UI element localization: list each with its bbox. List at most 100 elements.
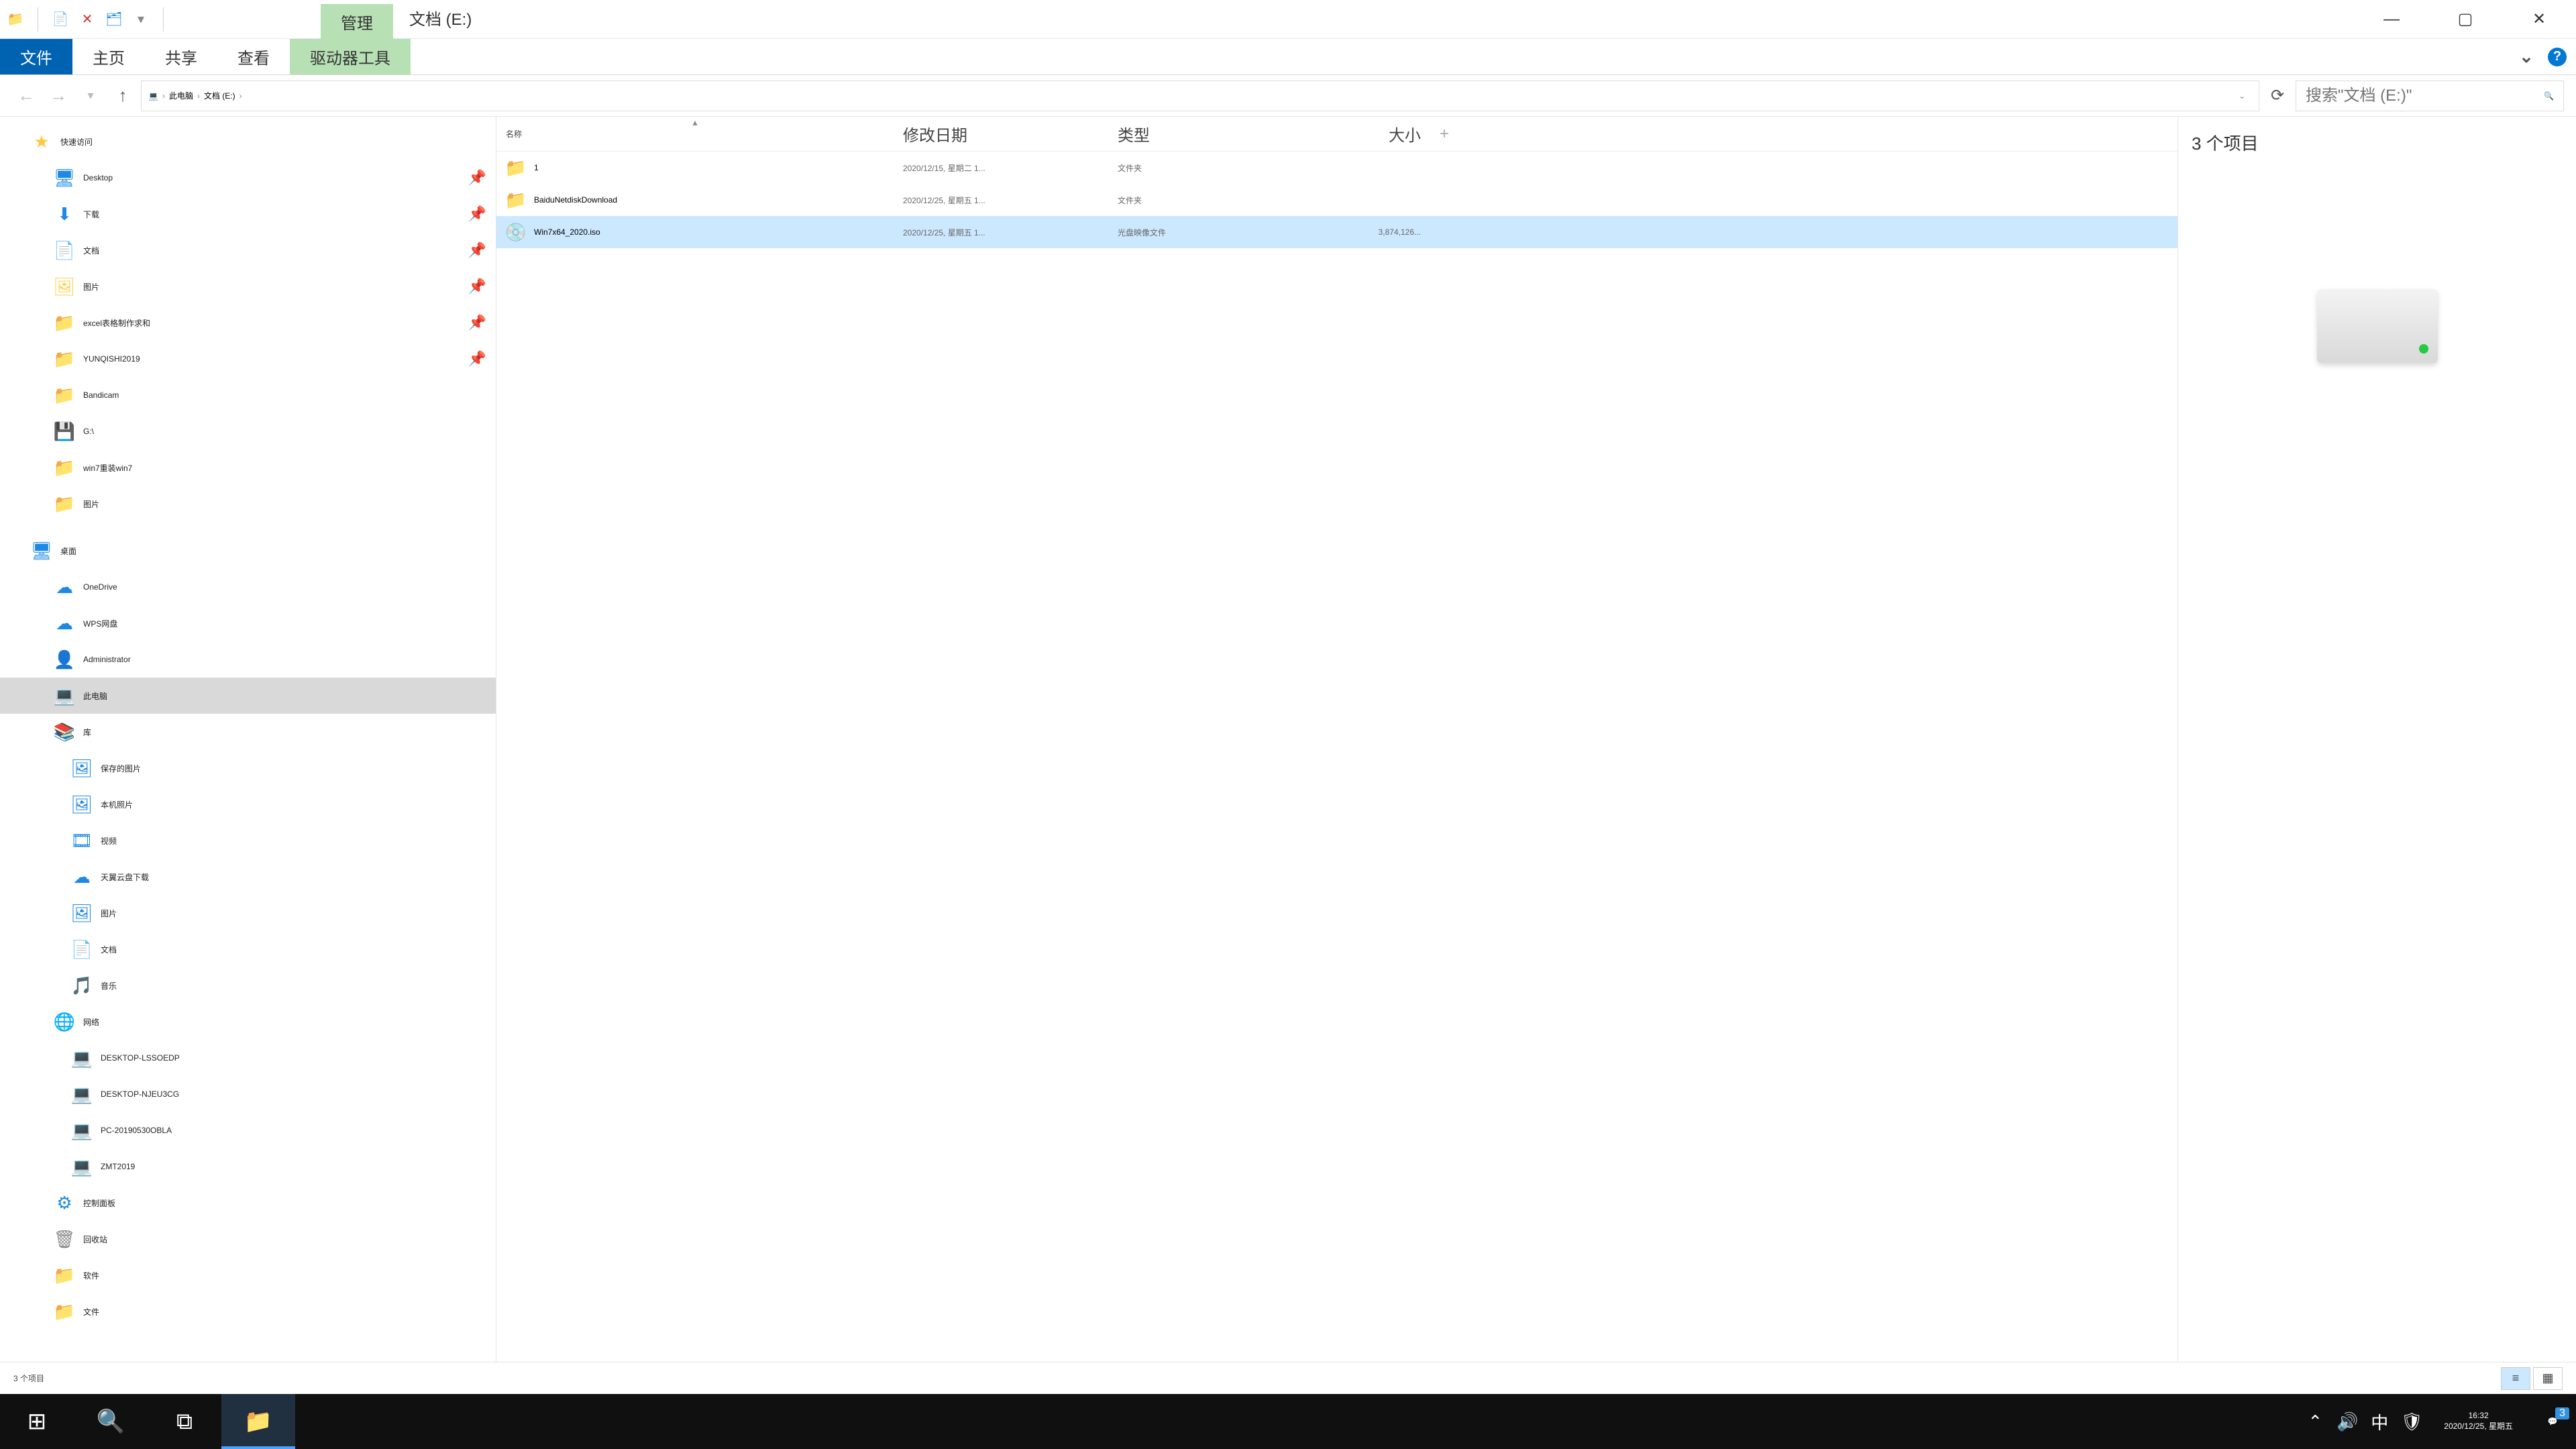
nav-item[interactable]: 🖼图片📌 (0, 268, 496, 305)
new-folder-icon[interactable]: 🗂 (105, 11, 123, 28)
search-icon[interactable]: 🔍 (2544, 91, 2554, 101)
nav-item[interactable]: 📁YUNQISHI2019📌 (0, 341, 496, 377)
nav-item-label: 软件 (83, 1270, 99, 1281)
nav-item[interactable]: ☁OneDrive (0, 569, 496, 605)
nav-item-icon: 💻 (52, 684, 76, 708)
close-button[interactable]: ✕ (2502, 0, 2576, 38)
breadcrumb-seg-thispc[interactable]: 此电脑 (169, 90, 193, 101)
column-type[interactable]: 类型 (1108, 117, 1289, 151)
chevron-right-icon[interactable]: › (162, 91, 165, 101)
chevron-right-icon[interactable]: › (197, 91, 200, 101)
nav-item[interactable]: ⬇下载📌 (0, 196, 496, 232)
notification-badge: 3 (2555, 1407, 2569, 1419)
nav-item[interactable]: 📁软件 (0, 1257, 496, 1293)
volume-icon[interactable]: 🔊 (2331, 1411, 2363, 1432)
breadcrumb-dropdown-icon[interactable]: ⌄ (2232, 91, 2252, 101)
file-row[interactable]: 💿Win7x64_2020.iso2020/12/25, 星期五 1...光盘映… (496, 216, 2178, 248)
nav-item[interactable]: 👤Administrator (0, 641, 496, 678)
task-view-button[interactable]: ⧉ (148, 1394, 221, 1449)
nav-item[interactable]: 📁图片 (0, 486, 496, 522)
breadcrumb-root-icon[interactable]: 💻 (148, 91, 158, 101)
breadcrumb[interactable]: 💻 › 此电脑 › 文档 (E:) › ⌄ (141, 80, 2259, 111)
column-size[interactable]: 大小 (1289, 117, 1430, 151)
nav-item[interactable]: 💻PC-20190530OBLA (0, 1112, 496, 1148)
ime-indicator[interactable]: 中 (2363, 1409, 2396, 1434)
breadcrumb-seg-drive[interactable]: 文档 (E:) (204, 90, 235, 101)
column-name[interactable]: ▴ 名称 (496, 117, 894, 151)
nav-item[interactable]: 🖼图片 (0, 895, 496, 931)
nav-item[interactable]: 💻DESKTOP-LSSOEDP (0, 1040, 496, 1076)
taskbar-explorer[interactable]: 📁 (221, 1394, 295, 1449)
nav-item[interactable]: 💾G:\ (0, 413, 496, 449)
file-row[interactable]: 📁BaiduNetdiskDownload2020/12/25, 星期五 1..… (496, 184, 2178, 216)
nav-back-button[interactable]: ← (12, 82, 40, 110)
nav-up-button[interactable]: ↑ (109, 82, 137, 110)
minimize-button[interactable]: — (2355, 0, 2428, 38)
nav-item[interactable]: 🎞视频 (0, 822, 496, 859)
folder-icon: 📁 (52, 1299, 76, 1324)
search-button[interactable]: 🔍 (74, 1394, 148, 1449)
icons-view-button[interactable]: ▦ (2533, 1367, 2563, 1390)
nav-item[interactable]: 📄文档📌 (0, 232, 496, 268)
ribbon-right: ⌄ ? (2517, 39, 2576, 74)
nav-item[interactable]: 💻DESKTOP-NJEU3CG (0, 1076, 496, 1112)
ribbon-tab-drive-tools[interactable]: 驱动器工具 (290, 39, 411, 74)
nav-item[interactable]: 📁excel表格制作求和📌 (0, 305, 496, 341)
file-date: 2020/12/25, 星期五 1... (894, 216, 1108, 248)
nav-recent-dropdown[interactable]: ▾ (76, 82, 105, 110)
clock[interactable]: 16:32 2020/12/25, 星期五 (2428, 1411, 2529, 1432)
nav-item[interactable]: 🖼本机照片 (0, 786, 496, 822)
nav-item-icon: 🖼 (70, 792, 94, 816)
nav-item[interactable]: 💻此电脑 (0, 678, 496, 714)
nav-item-icon: 📄 (52, 238, 76, 262)
nav-item[interactable]: 🗑回收站 (0, 1221, 496, 1257)
action-center-button[interactable]: 💬 3 (2529, 1417, 2576, 1426)
file-row[interactable]: 📁12020/12/15, 星期二 1...文件夹 (496, 152, 2178, 184)
file-date: 2020/12/15, 星期二 1... (894, 152, 1108, 184)
nav-item[interactable]: ☁WPS网盘 (0, 605, 496, 641)
ribbon-tab-share[interactable]: 共享 (145, 39, 217, 74)
maximize-button[interactable]: ▢ (2428, 0, 2502, 38)
nav-item-icon: 💾 (52, 419, 76, 443)
nav-item[interactable]: ☁天翼云盘下载 (0, 859, 496, 895)
nav-quick-access[interactable]: ★ 快速访问 (0, 123, 496, 160)
column-date[interactable]: 修改日期 (894, 117, 1108, 151)
nav-item[interactable]: 📄文档 (0, 931, 496, 967)
qat-dropdown-icon[interactable]: ▾ (132, 11, 150, 28)
chevron-right-icon[interactable]: › (239, 91, 242, 101)
details-view-button[interactable]: ≡ (2501, 1367, 2530, 1390)
pin-icon: 📌 (468, 278, 486, 295)
search-input[interactable] (2306, 87, 2544, 105)
nav-item[interactable]: 📁win7重装win7 (0, 449, 496, 486)
nav-item[interactable]: 📁Bandicam (0, 377, 496, 413)
nav-item[interactable]: ⚙控制面板 (0, 1185, 496, 1221)
close-x-icon[interactable]: ✕ (78, 11, 96, 28)
refresh-button[interactable]: ⟳ (2263, 82, 2292, 110)
security-icon[interactable]: 🛡 (2396, 1411, 2428, 1432)
help-icon[interactable]: ? (2548, 48, 2567, 66)
contextual-tab-manage[interactable]: 管理 (321, 4, 393, 39)
ribbon-collapse-icon[interactable]: ⌄ (2517, 48, 2536, 66)
folder-icon: 📁 (52, 347, 76, 371)
search-box[interactable]: 🔍 (2296, 80, 2564, 111)
column-add[interactable]: + (1430, 117, 1444, 151)
ribbon: 文件 主页 共享 查看 驱动器工具 ⌄ ? (0, 39, 2576, 75)
clock-date: 2020/12/25, 星期五 (2444, 1421, 2513, 1432)
nav-desktop[interactable]: 🖥 桌面 (0, 533, 496, 569)
tray-overflow-icon[interactable]: ⌃ (2299, 1411, 2331, 1432)
nav-item[interactable]: 🖼保存的图片 (0, 750, 496, 786)
nav-forward-button[interactable]: → (44, 82, 72, 110)
nav-network[interactable]: 🌐 网络 (0, 1004, 496, 1040)
folder-icon: 📁 (52, 311, 76, 335)
ribbon-tab-file[interactable]: 文件 (0, 39, 72, 74)
start-button[interactable]: ⊞ (0, 1394, 74, 1449)
nav-item[interactable]: 📁文件 (0, 1293, 496, 1330)
nav-item[interactable]: 📚库 (0, 714, 496, 750)
taskbar-left: ⊞ 🔍 ⧉ 📁 (0, 1394, 295, 1449)
properties-icon[interactable]: 📄 (52, 11, 69, 28)
ribbon-tab-view[interactable]: 查看 (217, 39, 290, 74)
nav-item[interactable]: 💻ZMT2019 (0, 1148, 496, 1185)
nav-item[interactable]: 🎵音乐 (0, 967, 496, 1004)
nav-item[interactable]: 🖥Desktop📌 (0, 160, 496, 196)
ribbon-tab-home[interactable]: 主页 (72, 39, 145, 74)
